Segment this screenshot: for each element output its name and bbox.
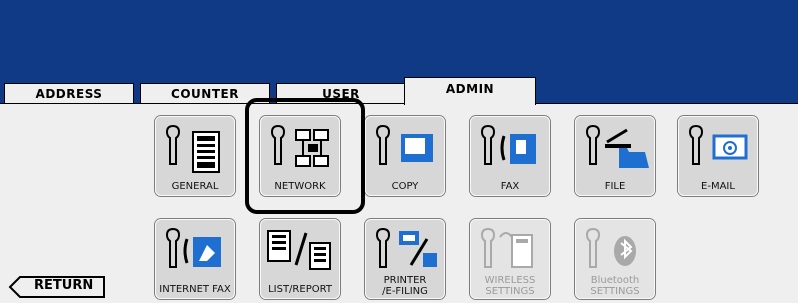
- tab-admin[interactable]: ADMIN: [404, 77, 536, 105]
- return-button[interactable]: RETURN: [8, 276, 106, 298]
- general-label: GENERAL: [171, 181, 219, 192]
- fax-button[interactable]: FAX: [470, 116, 550, 196]
- file-icon: [585, 124, 649, 168]
- bluetooth-settings-button[interactable]: Bluetooth SETTINGS: [575, 219, 655, 299]
- internet-fax-icon: [165, 227, 221, 268]
- internet-fax-label: INTERNET FAX: [159, 284, 231, 295]
- list-report-button[interactable]: LIST/REPORT: [260, 219, 340, 299]
- wireless-label: WIRELESS SETTINGS: [484, 275, 536, 297]
- fax-icon: [480, 124, 536, 165]
- internet-fax-button[interactable]: INTERNET FAX: [155, 219, 235, 299]
- tab-admin-label: ADMIN: [445, 81, 495, 96]
- file-label: FILE: [604, 181, 626, 192]
- tab-address[interactable]: ADDRESS: [4, 83, 134, 103]
- header-bar: [0, 0, 798, 84]
- copy-button[interactable]: COPY: [365, 116, 445, 196]
- copy-icon: [375, 124, 433, 165]
- bluetooth-icon: [585, 227, 636, 268]
- email-icon: [688, 124, 748, 165]
- printer-efiling-button[interactable]: PRINTER /E-FILING: [365, 219, 445, 299]
- copy-label: COPY: [391, 181, 419, 192]
- email-label: E-MAIL: [701, 181, 735, 192]
- printer-efiling-icon: [375, 227, 437, 268]
- list-report-icon: [267, 230, 331, 270]
- bluetooth-label: Bluetooth SETTINGS: [590, 275, 640, 297]
- general-button[interactable]: GENERAL: [155, 116, 235, 196]
- tab-counter-label: COUNTER: [171, 86, 239, 101]
- wireless-settings-button[interactable]: WIRELESS SETTINGS: [470, 219, 550, 299]
- printer-efiling-label: PRINTER /E-FILING: [382, 275, 428, 297]
- wireless-icon: [480, 227, 533, 268]
- file-button[interactable]: FILE: [575, 116, 655, 196]
- list-report-label: LIST/REPORT: [268, 284, 332, 295]
- tab-address-label: ADDRESS: [35, 86, 103, 101]
- email-button[interactable]: E-MAIL: [678, 116, 758, 196]
- network-highlight-frame: [245, 98, 365, 214]
- general-icon: [165, 124, 220, 173]
- return-label: RETURN: [34, 278, 94, 293]
- fax-label: FAX: [500, 181, 520, 192]
